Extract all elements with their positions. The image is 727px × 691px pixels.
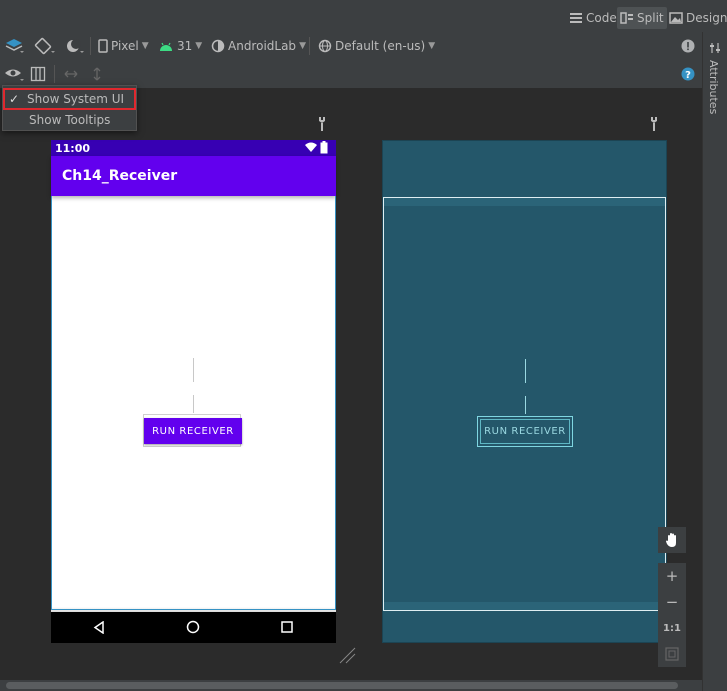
hand-icon xyxy=(666,533,676,547)
chevron-down-icon: ▼ xyxy=(141,41,149,51)
zoom-controls: + − 1:1 xyxy=(658,527,686,667)
status-bar: 11:00 xyxy=(51,140,336,156)
design-toolbar: Pixel ▼ 31 ▼ AndroidLab ▼ Default (en-us… xyxy=(0,32,702,61)
blueprint-appbar-shadow xyxy=(384,198,665,206)
blueprint-preview[interactable]: RUN RECEIVER xyxy=(382,140,667,643)
status-time: 11:00 xyxy=(55,142,91,155)
show-system-ui-item[interactable]: ✓ Show System UI xyxy=(3,88,136,110)
split-mode-button[interactable]: Split xyxy=(617,7,667,29)
horizontal-arrow-icon xyxy=(64,70,78,78)
battery-icon xyxy=(320,141,328,154)
recents-icon[interactable] xyxy=(281,621,293,633)
warning-icon xyxy=(681,39,695,53)
checkmark-icon: ✓ xyxy=(9,92,20,106)
layers-button[interactable] xyxy=(4,37,24,55)
actual-size-button[interactable]: 1:1 xyxy=(658,615,686,641)
help-button[interactable]: ? xyxy=(681,65,695,83)
split-icon xyxy=(620,12,633,24)
eye-icon xyxy=(5,69,24,81)
theme-label: AndroidLab xyxy=(228,39,297,53)
show-tooltips-item[interactable]: Show Tooltips xyxy=(3,110,136,130)
design-mode-button[interactable]: Design xyxy=(666,7,727,29)
scrollbar-thumb[interactable] xyxy=(6,682,678,689)
zoom-to-fit-button[interactable] xyxy=(658,641,686,667)
toolbar-separator xyxy=(309,37,310,55)
orientation-button[interactable] xyxy=(33,37,55,55)
columns-icon xyxy=(30,66,46,82)
svg-text:?: ? xyxy=(685,70,691,81)
constraint-line xyxy=(525,359,526,383)
wrench-icon[interactable] xyxy=(316,116,328,132)
chevron-down-icon: ▼ xyxy=(195,41,203,51)
design-mode-label: Design xyxy=(686,11,727,25)
home-icon[interactable] xyxy=(186,620,200,634)
blueprint-button-label: RUN RECEIVER xyxy=(484,426,566,437)
vertical-resize-button[interactable] xyxy=(91,65,103,83)
navigation-bar xyxy=(51,612,336,643)
phone-icon xyxy=(98,39,108,53)
code-mode-button[interactable]: Code xyxy=(566,7,620,29)
back-icon[interactable] xyxy=(93,621,105,634)
app-title: Ch14_Receiver xyxy=(62,168,178,184)
view-options-button[interactable] xyxy=(4,65,26,83)
wrench-icon[interactable] xyxy=(648,116,660,132)
horizontal-scrollbar[interactable] xyxy=(0,680,702,691)
issues-button[interactable] xyxy=(681,37,695,55)
locale-selector[interactable]: Default (en-us) ▼ xyxy=(318,37,435,55)
layers-icon xyxy=(5,39,24,53)
code-icon xyxy=(570,13,582,23)
toolbar-separator xyxy=(54,65,55,83)
fit-screen-icon xyxy=(665,647,679,661)
image-icon xyxy=(669,12,683,24)
split-mode-label: Split xyxy=(637,11,664,25)
blueprint-bottom-shadow xyxy=(384,602,665,610)
device-selector[interactable]: Pixel ▼ xyxy=(98,37,149,55)
wifi-icon xyxy=(305,142,317,152)
toolbar-separator xyxy=(90,37,91,55)
theme-selector[interactable]: AndroidLab ▼ xyxy=(211,37,306,55)
locale-label: Default (en-us) xyxy=(335,39,426,53)
chevron-down-icon: ▼ xyxy=(299,41,306,51)
android-icon xyxy=(160,42,172,51)
device-label: Pixel xyxy=(111,39,139,53)
view-options-menu: ✓ Show System UI Show Tooltips xyxy=(2,85,137,131)
app-bar: Ch14_Receiver xyxy=(51,156,336,196)
resize-handle-icon[interactable] xyxy=(338,646,356,664)
rotate-icon xyxy=(34,37,55,55)
globe-icon xyxy=(318,39,332,53)
run-receiver-button[interactable]: RUN RECEIVER xyxy=(144,418,242,444)
theme-icon xyxy=(211,39,225,53)
attributes-side-panel: Attributes xyxy=(702,32,727,691)
chevron-down-icon: ▼ xyxy=(428,41,436,51)
view-mode-bar: Code Split Design xyxy=(0,0,727,33)
constraint-line xyxy=(193,395,194,413)
show-system-ui-label: Show System UI xyxy=(27,92,125,106)
night-mode-button[interactable] xyxy=(64,37,86,55)
help-icon: ? xyxy=(681,67,695,81)
zoom-in-button[interactable]: + xyxy=(658,563,686,589)
guidelines-button[interactable] xyxy=(30,65,46,83)
attributes-tab[interactable]: Attributes xyxy=(707,60,720,114)
attributes-icon xyxy=(710,43,720,53)
horizontal-resize-button[interactable] xyxy=(63,65,79,83)
api-level-label: 31 xyxy=(177,39,193,53)
vertical-arrow-icon xyxy=(93,67,101,81)
code-mode-label: Code xyxy=(586,11,617,25)
show-tooltips-label: Show Tooltips xyxy=(29,113,111,127)
theme-mode-icon xyxy=(67,39,84,53)
blueprint-run-receiver-button[interactable]: RUN RECEIVER xyxy=(477,416,573,447)
design-preview[interactable]: 11:00 Ch14_Receiver RUN RECEIVER xyxy=(51,140,336,643)
api-level-selector[interactable]: 31 ▼ xyxy=(158,37,202,55)
pan-button[interactable] xyxy=(658,527,686,553)
constraint-line xyxy=(525,396,526,414)
constraint-line xyxy=(193,358,194,382)
zoom-out-button[interactable]: − xyxy=(658,589,686,615)
